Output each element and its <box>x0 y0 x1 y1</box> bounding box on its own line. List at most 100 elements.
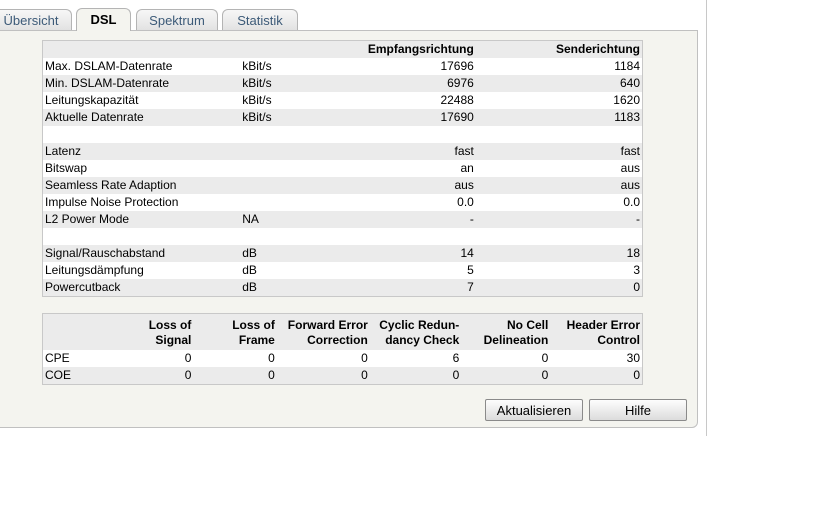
row-label: Leitungskapazität <box>45 93 139 107</box>
row-sende: 1183 <box>475 109 643 126</box>
row-empfang: 17690 <box>359 109 476 126</box>
tab-statistik[interactable]: Statistik <box>222 9 298 30</box>
table-row: CPE 0 0 0 6 0 30 <box>43 350 643 367</box>
row-label <box>43 126 241 143</box>
error-count: 6 <box>452 351 460 365</box>
error-header-line2: Frame <box>238 333 275 347</box>
row-unit: NA <box>240 211 360 228</box>
row-empfang: 7 <box>359 279 476 297</box>
error-header-line2: dancy Check <box>385 333 460 347</box>
row-label: Powercutback <box>42 279 241 297</box>
error-header: Loss of Signal <box>92 313 194 350</box>
error-header-line1: Loss of <box>148 318 192 332</box>
row-unit <box>240 228 360 245</box>
row-label: COE <box>42 367 93 385</box>
row-unit: kBit/s <box>240 75 360 92</box>
row-empfang <box>360 126 476 143</box>
row-empfang: aus <box>359 177 476 194</box>
error-header-line2: Correction <box>307 333 368 347</box>
error-header-line1: Cyclic Redun- <box>379 318 460 332</box>
error-count: 0 <box>92 367 194 385</box>
error-header-line2: Signal <box>155 333 192 347</box>
error-count: 0 <box>268 351 275 365</box>
header-unit <box>240 40 360 58</box>
header-label <box>42 40 241 58</box>
row-empfang: 14 <box>359 245 476 262</box>
row-unit: dB <box>242 263 257 277</box>
table-row: Aktuelle Datenrate kBit/s 17690 1183 <box>42 109 643 126</box>
error-count: 30 <box>626 351 640 365</box>
table-row: Max. DSLAM-Datenrate kBit/s 17696 1184 <box>43 58 643 75</box>
row-label: Leitungsdämpfung <box>45 263 144 277</box>
error-header-line1: Header Error <box>566 318 640 332</box>
error-count: 0 <box>193 367 277 385</box>
error-header-line2: Delineation <box>483 333 549 347</box>
row-sende: aus <box>475 177 643 194</box>
row-empfang: 6976 <box>359 75 476 92</box>
tab-uebersicht[interactable]: Übersicht <box>0 9 72 30</box>
row-label <box>43 228 241 245</box>
error-count: 0 <box>461 367 551 385</box>
error-counter-table: Loss of Signal Loss of Frame Forward Error Co… <box>42 313 643 385</box>
row-unit <box>240 160 360 177</box>
error-header-line1: Forward Error <box>287 318 368 332</box>
row-unit <box>240 126 360 143</box>
error-count: 0 <box>184 351 192 365</box>
table-row: Min. DSLAM-Datenrate kBit/s 6976 640 <box>42 75 643 92</box>
row-label: Max. DSLAM-Datenrate <box>45 59 173 73</box>
error-header: Header Error Control <box>550 313 643 350</box>
row-empfang: 17696 <box>440 59 474 73</box>
row-label: L2 Power Mode <box>42 211 241 228</box>
error-header <box>42 313 93 350</box>
table-row: Leitungsdämpfung dB 5 3 <box>43 262 643 279</box>
error-count: 0 <box>369 367 462 385</box>
refresh-button[interactable]: Aktualisieren <box>485 399 583 421</box>
row-unit <box>240 177 360 194</box>
table-row <box>43 228 643 245</box>
row-empfang: fast <box>359 143 476 160</box>
table-row: Powercutback dB 7 0 <box>42 279 643 297</box>
page-divider <box>706 0 707 436</box>
row-sende <box>476 126 643 143</box>
error-header: Forward Error Correction <box>276 313 370 350</box>
row-unit: kBit/s <box>242 59 272 73</box>
row-empfang: 5 <box>467 263 474 277</box>
row-empfang: 0.0 <box>457 195 474 209</box>
row-sende: 0 <box>475 279 643 297</box>
row-label: Min. DSLAM-Datenrate <box>42 75 241 92</box>
row-sende: 640 <box>475 75 643 92</box>
row-unit: kBit/s <box>242 93 272 107</box>
row-sende: - <box>475 211 643 228</box>
row-unit: dB <box>240 279 360 297</box>
row-label: Bitswap <box>45 161 88 175</box>
row-label: Impulse Noise Protection <box>45 195 179 209</box>
tab-spektrum[interactable]: Spektrum <box>136 9 218 30</box>
row-label: Signal/Rauschabstand <box>42 245 241 262</box>
row-unit: kBit/s <box>240 109 360 126</box>
row-sende: 1620 <box>613 93 640 107</box>
row-unit <box>240 143 360 160</box>
table-row: L2 Power Mode NA - - <box>42 211 643 228</box>
table-row: Signal/Rauschabstand dB 14 18 <box>42 245 643 262</box>
row-empfang <box>360 228 476 245</box>
error-count: 0 <box>541 351 549 365</box>
row-sende: 1184 <box>614 59 640 73</box>
help-button[interactable]: Hilfe <box>589 399 687 421</box>
row-sende: fast <box>475 143 643 160</box>
error-count: 0 <box>361 351 368 365</box>
dsl-info-table: Empfangsrichtung Senderichtung Max. DSLA… <box>42 40 643 297</box>
table-row: Leitungskapazität kBit/s 22488 1620 <box>43 92 643 109</box>
error-header: No Cell Delineation <box>461 313 551 350</box>
row-unit: dB <box>240 245 360 262</box>
error-header-line1: No Cell <box>506 318 549 332</box>
error-header-line1: Loss of <box>232 318 275 332</box>
row-sende: 0.0 <box>623 195 640 209</box>
error-header: Cyclic Redun-dancy Check <box>369 313 462 350</box>
error-count: 0 <box>276 367 370 385</box>
tab-dsl[interactable]: DSL <box>76 8 131 31</box>
row-sende <box>476 228 643 245</box>
error-header-line2: Control <box>597 333 640 347</box>
row-empfang: an <box>460 161 474 175</box>
row-label: Latenz <box>42 143 241 160</box>
row-label: CPE <box>45 351 70 365</box>
